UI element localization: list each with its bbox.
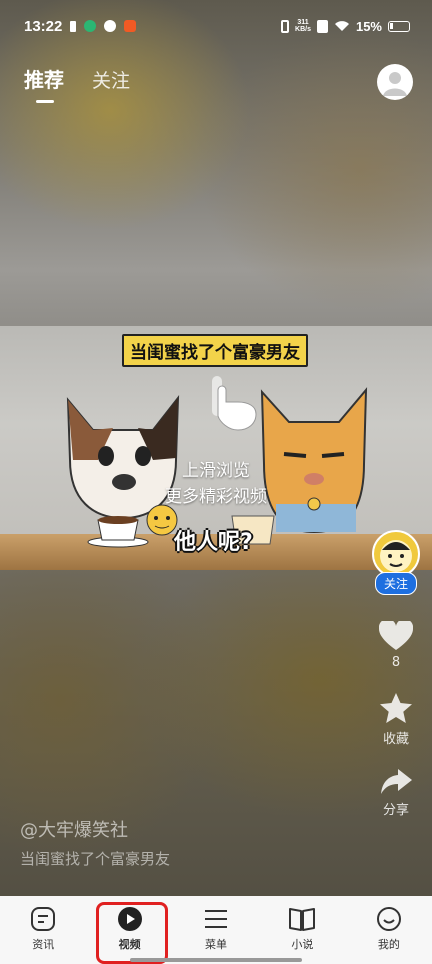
book-icon	[289, 908, 316, 931]
swipe-hint-line2: 更多精彩视频	[165, 487, 267, 507]
star-icon	[380, 693, 412, 723]
tab-following[interactable]: 关注	[92, 66, 130, 93]
video-tab-highlight-box	[96, 902, 168, 964]
nav-novel-label: 小说	[291, 938, 314, 951]
app-e-icon	[84, 20, 97, 32]
share-label: 分享	[382, 803, 409, 818]
nav-menu-label: 菜单	[205, 938, 228, 951]
net-speed-unit: KB/s	[295, 26, 311, 33]
nav-profile[interactable]: 我的	[346, 896, 432, 964]
favorite-button[interactable]: 收藏	[379, 692, 413, 747]
nav-news[interactable]: 资讯	[0, 896, 86, 964]
like-count: 8	[391, 655, 401, 670]
nav-novel[interactable]: 小说	[259, 896, 345, 964]
swipe-hint: 上滑浏览 更多精彩视频	[0, 458, 432, 510]
tab-recommend[interactable]: 推荐	[24, 64, 64, 103]
app-orange-icon	[124, 20, 137, 32]
no-sim-icon	[316, 19, 328, 33]
status-time: 13:22	[24, 17, 63, 35]
author-name[interactable]: @大牢爆笑社	[20, 816, 128, 842]
like-button[interactable]: 8	[379, 621, 413, 670]
video-top-caption: 当闺蜜找了个富豪男友	[122, 334, 308, 367]
author-avatar[interactable]	[372, 530, 420, 578]
home-indicator[interactable]	[130, 958, 302, 962]
share-button[interactable]: 分享	[380, 769, 412, 818]
follow-button[interactable]: 关注	[374, 572, 417, 595]
sim-icon	[70, 20, 77, 32]
profile-smile-icon	[376, 907, 401, 931]
swipe-hand-icon	[212, 376, 257, 431]
coffee-cup-image	[87, 516, 149, 548]
net-speed: 311 KB/s	[295, 19, 311, 33]
news-icon	[31, 907, 56, 931]
person-icon	[383, 72, 407, 96]
video-player[interactable]: 当闺蜜找了个富豪男友 上滑浏览 更多精彩视频 他人呢?	[0, 326, 432, 570]
net-speed-value: 311	[297, 19, 309, 26]
swipe-hint-line1: 上滑浏览	[182, 461, 250, 481]
menu-icon	[205, 910, 228, 928]
user-avatar-button[interactable]	[377, 64, 413, 100]
heart-icon	[379, 621, 413, 650]
nav-profile-label: 我的	[377, 938, 400, 951]
favorite-label: 收藏	[382, 732, 409, 747]
vibrate-icon	[281, 19, 290, 33]
nav-news-label: 资讯	[32, 938, 55, 951]
author-face-icon	[380, 540, 412, 572]
action-rail: 关注 8 收藏 分享	[370, 530, 422, 818]
nav-menu[interactable]: 菜单	[173, 896, 259, 964]
app-swirl-icon	[104, 20, 117, 32]
top-tabs: 推荐 关注	[24, 64, 130, 103]
battery-icon	[388, 20, 410, 32]
status-bar: 13:22 311 KB/s 15%	[0, 0, 432, 52]
battery-percent: 15%	[355, 18, 382, 34]
bottom-nav: 资讯 视频 菜单 小说 我的	[0, 896, 432, 964]
video-title: 当闺蜜找了个富豪男友	[20, 850, 171, 868]
wifi-icon	[334, 21, 349, 31]
video-bottom-caption: 他人呢?	[174, 530, 253, 555]
share-arrow-icon	[381, 769, 412, 794]
